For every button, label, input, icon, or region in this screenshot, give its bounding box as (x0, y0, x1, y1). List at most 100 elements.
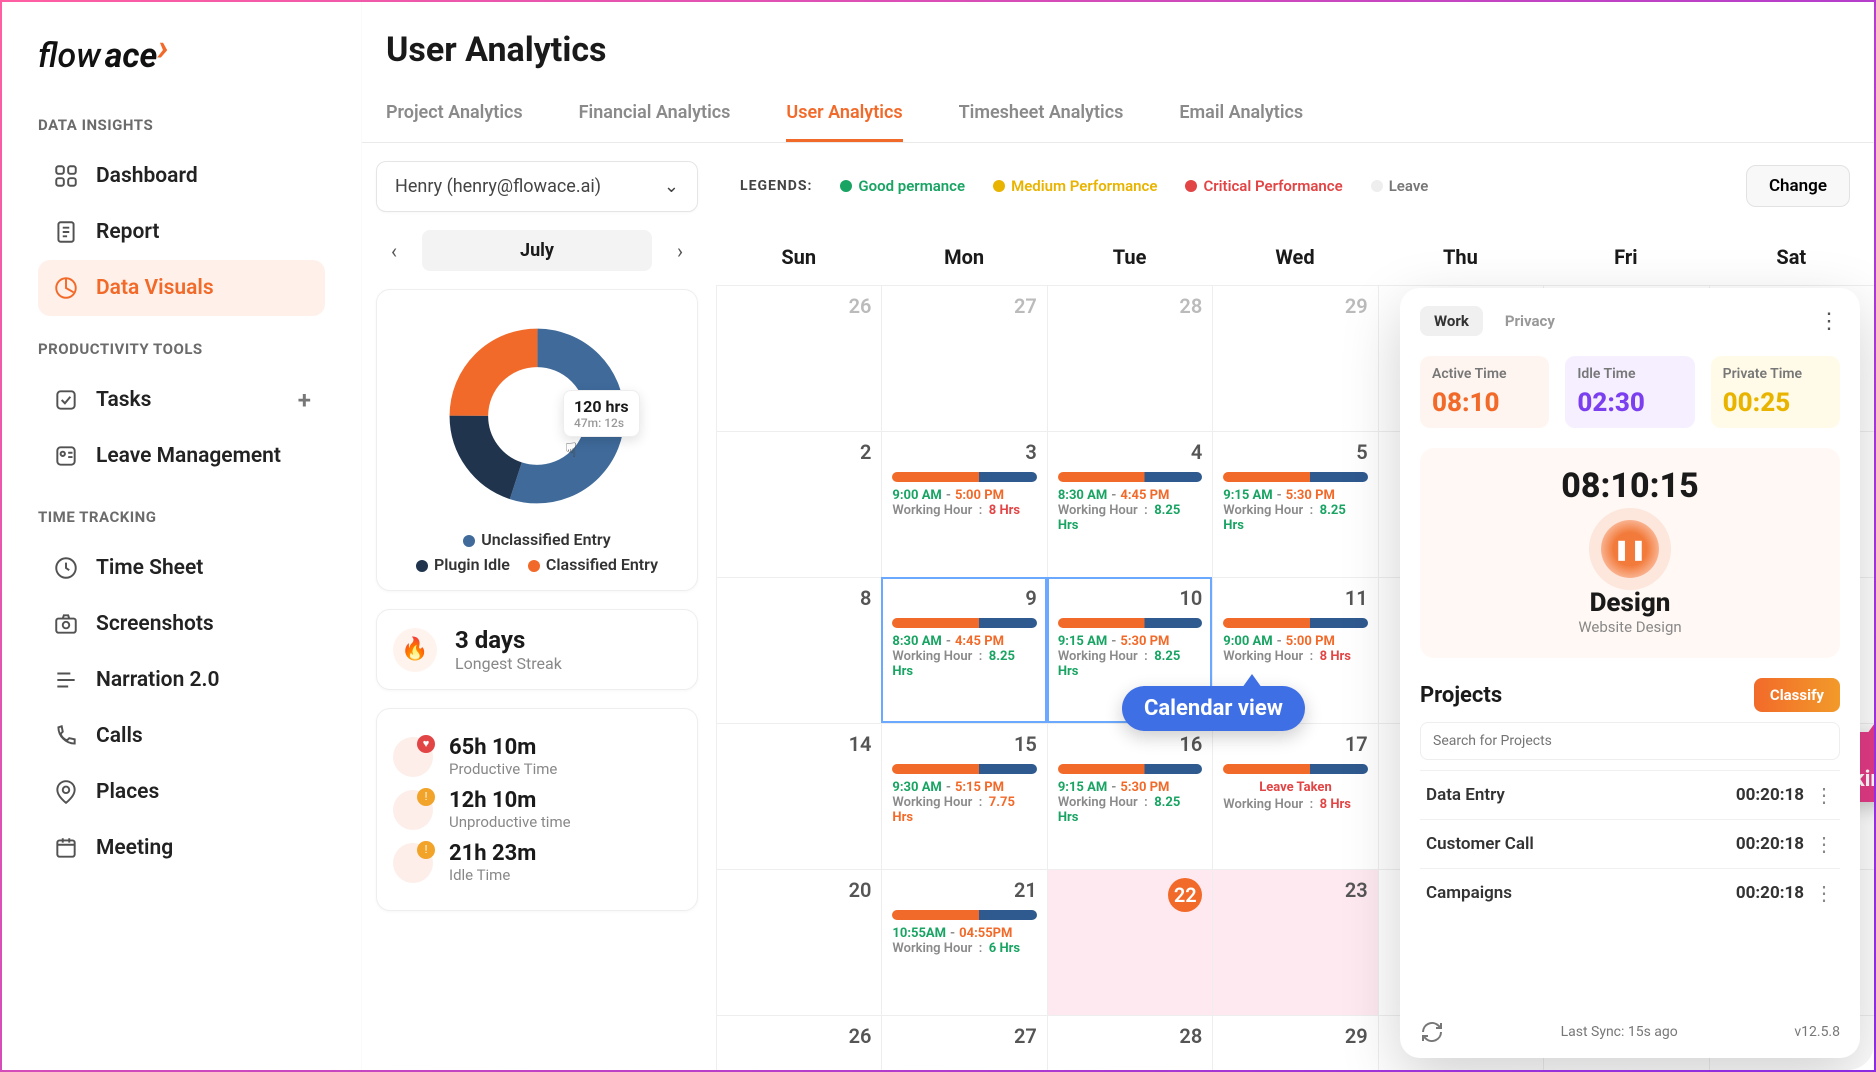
calendar-cell[interactable]: 98:30 AM-4:45 PMWorking Hour : 8.25 Hrs (881, 577, 1046, 723)
tracker-tab-privacy[interactable]: Privacy (1491, 306, 1569, 336)
badge-icon: ♥ (417, 735, 435, 753)
prev-month-button[interactable]: ‹ (376, 233, 412, 269)
calendar-cell[interactable]: 39:00 AM-5:00 PMWorking Hour : 8 Hrs (881, 431, 1046, 577)
calendar-cell[interactable]: 27 (881, 1015, 1046, 1070)
time-range: 9:00 AM-5:00 PM (892, 488, 1036, 503)
calendar-cell[interactable]: 23 (1212, 869, 1377, 1015)
badge-icon: ! (417, 841, 435, 859)
sidebar-item-time-sheet[interactable]: Time Sheet (38, 540, 325, 596)
tab-timesheet-analytics[interactable]: Timesheet Analytics (959, 92, 1124, 142)
tab-email-analytics[interactable]: Email Analytics (1179, 92, 1303, 142)
time-stat-row: ♥65h 10mProductive Time (393, 735, 681, 778)
streak-value: 3 days (455, 626, 562, 654)
cursor-icon: ☟ (565, 438, 577, 462)
project-more-icon[interactable]: ⋮ (1814, 832, 1834, 856)
calendar-cell[interactable]: 2 (716, 431, 881, 577)
sidebar-item-screenshots[interactable]: Screenshots (38, 596, 325, 652)
sidebar-item-label: Meeting (96, 836, 173, 860)
calendar-cell[interactable]: 27 (881, 285, 1046, 431)
calendar-cell[interactable]: 8 (716, 577, 881, 723)
classify-button[interactable]: Classify (1754, 678, 1840, 712)
calendar-cell[interactable]: 22 (1047, 869, 1212, 1015)
sidebar-item-dashboard[interactable]: Dashboard (38, 148, 325, 204)
tab-financial-analytics[interactable]: Financial Analytics (579, 92, 731, 142)
next-month-button[interactable]: › (662, 233, 698, 269)
tracker-more-icon[interactable]: ⋮ (1818, 309, 1840, 334)
calendar-cell[interactable]: 26 (716, 1015, 881, 1070)
project-search-input[interactable] (1420, 722, 1840, 760)
time-stat-value: 21h 23m (449, 841, 536, 866)
activity-bar (892, 764, 1036, 774)
legend-leave: Leave (1371, 177, 1429, 195)
calendar-cell[interactable]: 169:15 AM-5:30 PMWorking Hour : 8.25 Hrs (1047, 723, 1212, 869)
calendar-cell[interactable]: 28 (1047, 285, 1212, 431)
cell-date: 20 (727, 878, 871, 902)
data-visuals-icon (52, 274, 80, 302)
sidebar-item-narration[interactable]: Narration 2.0 (38, 652, 325, 708)
month-label[interactable]: July (422, 230, 652, 271)
calendar-cell[interactable]: 159:30 AM-5:15 PMWorking Hour : 7.75 Hrs (881, 723, 1046, 869)
current-task-sub: Website Design (1420, 618, 1840, 636)
meeting-icon (52, 834, 80, 862)
sidebar-item-report[interactable]: Report (38, 204, 325, 260)
pause-button[interactable]: ❚❚ (1601, 520, 1659, 578)
weekday-header: Sun (716, 229, 881, 285)
calendar-cell[interactable]: 29 (1212, 1015, 1377, 1070)
time-range: 9:15 AM-5:30 PM (1223, 488, 1367, 503)
sidebar-item-places[interactable]: Places (38, 764, 325, 820)
user-select[interactable]: Henry (henry@flowace.ai) ⌄ (376, 161, 698, 212)
calendar-cell[interactable]: 28 (1047, 1015, 1212, 1070)
activity-bar (1223, 472, 1367, 482)
refresh-icon[interactable] (1420, 1020, 1444, 1044)
working-hours: Working Hour : 6 Hrs (892, 941, 1036, 956)
time-range: 8:30 AM-4:45 PM (1058, 488, 1202, 503)
add-icon[interactable]: + (298, 386, 311, 414)
cell-date: 26 (727, 1024, 871, 1048)
legend-unclassified: Unclassified Entry (463, 530, 610, 549)
calendar-cell[interactable]: 26 (716, 285, 881, 431)
calendar-cell[interactable]: 29 (1212, 285, 1377, 431)
sidebar-item-data-visuals[interactable]: Data Visuals (38, 260, 325, 316)
cell-date: 14 (727, 732, 871, 756)
sidebar-item-calls[interactable]: Calls (38, 708, 325, 764)
cell-date: 4 (1058, 440, 1202, 464)
sidebar-item-label: Leave Management (96, 444, 281, 468)
sidebar-item-tasks[interactable]: Tasks+ (38, 372, 325, 428)
cell-date: 11 (1223, 586, 1367, 610)
badge-icon: ! (417, 788, 435, 806)
calendar-cell[interactable]: 4 8:30 AM-4:45 PMWorking Hour : 8.25 Hrs (1047, 431, 1212, 577)
time-range: 9:00 AM-5:00 PM (1223, 634, 1367, 649)
project-duration: 00:20:18 (1736, 834, 1804, 854)
calendar-cell[interactable]: 17Leave TakenWorking Hour : 8 Hrs (1212, 723, 1377, 869)
working-hours: Working Hour : 8.25 Hrs (1058, 503, 1202, 533)
sidebar-item-label: Narration 2.0 (96, 668, 219, 692)
annotation-calendar-view: Calendar view (1122, 686, 1305, 731)
calendar-cell[interactable]: 20 (716, 869, 881, 1015)
working-hours: Working Hour : 8.25 Hrs (1058, 795, 1202, 825)
screenshots-icon (52, 610, 80, 638)
calendar-cell[interactable]: 59:15 AM-5:30 PMWorking Hour : 8.25 Hrs (1212, 431, 1377, 577)
calendar-cell[interactable]: 2110:55AM-04:55PMWorking Hour : 6 Hrs (881, 869, 1046, 1015)
calendar-cell[interactable]: 14 (716, 723, 881, 869)
sidebar-section-label: PRODUCTIVITY TOOLS (38, 340, 325, 358)
activity-bar (1223, 764, 1367, 774)
tracker-tab-work[interactable]: Work (1420, 306, 1483, 336)
activity-bar (1058, 764, 1202, 774)
tab-project-analytics[interactable]: Project Analytics (386, 92, 523, 142)
project-item[interactable]: Data Entry00:20:18⋮ (1420, 770, 1840, 819)
change-button[interactable]: Change (1746, 165, 1850, 207)
logo: flowace› (38, 36, 325, 76)
project-item[interactable]: Campaigns00:20:18⋮ (1420, 868, 1840, 917)
project-more-icon[interactable]: ⋮ (1814, 881, 1834, 905)
sidebar-item-leave-management[interactable]: Leave Management (38, 428, 325, 484)
cell-date: 17 (1223, 732, 1367, 756)
working-hours: Working Hour : 8.25 Hrs (1058, 649, 1202, 679)
sidebar-item-meeting[interactable]: Meeting (38, 820, 325, 876)
cell-date: 8 (727, 586, 871, 610)
sidebar-item-label: Data Visuals (96, 276, 214, 300)
tab-user-analytics[interactable]: User Analytics (786, 92, 902, 142)
project-item[interactable]: Customer Call00:20:18⋮ (1420, 819, 1840, 868)
project-more-icon[interactable]: ⋮ (1814, 783, 1834, 807)
project-list: Data Entry00:20:18⋮Customer Call00:20:18… (1420, 770, 1840, 917)
sidebar-item-label: Screenshots (96, 612, 214, 636)
